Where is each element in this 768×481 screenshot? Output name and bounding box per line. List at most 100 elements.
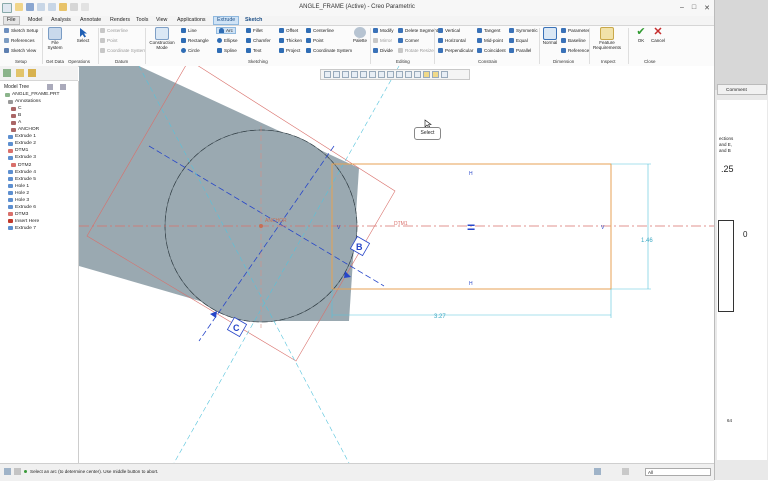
display-style-icon[interactable] [378, 71, 385, 78]
tree-item[interactable]: Extrude 6 [8, 205, 36, 210]
delete-segment-button[interactable]: Delete Segment [398, 28, 438, 33]
parameter-button[interactable]: Parameter [561, 28, 589, 33]
equal-constraint-button[interactable]: Equal [509, 38, 528, 43]
navigator-toggle-icon[interactable] [4, 468, 11, 475]
tree-item[interactable]: DTM3 [8, 212, 28, 217]
modify-button[interactable]: Modify [373, 28, 394, 33]
height-dimension-value[interactable]: 1.46 [641, 238, 653, 244]
tree-settings-icon[interactable] [47, 84, 53, 90]
tab-view[interactable]: View [153, 16, 170, 25]
close-button[interactable]: ✕ [704, 4, 710, 12]
vertical-constraint-button[interactable]: Vertical [438, 28, 460, 33]
tree-item[interactable]: Hole 2 [8, 191, 29, 196]
thicken-button[interactable]: Thicken [279, 38, 302, 43]
spin-center-icon[interactable] [405, 71, 412, 78]
sketch-centerline-button[interactable]: Centerline [306, 28, 334, 33]
cancel-button[interactable]: ✕ Cancel [650, 27, 666, 44]
smart-select-icon[interactable] [594, 468, 601, 475]
horizontal-constraint-button[interactable]: Horizontal [438, 38, 466, 43]
symmetric-constraint-button[interactable]: Symmetric [509, 28, 538, 33]
tree-item[interactable]: C [11, 106, 22, 111]
tree-item[interactable]: DTM1 [8, 148, 28, 153]
tree-item[interactable]: Extrude 2 [8, 141, 36, 146]
tree-item[interactable]: Extrude 1 [8, 134, 36, 139]
spline-button[interactable]: Spline [217, 48, 237, 53]
datum-display-icon[interactable] [387, 71, 394, 78]
zoom-in-icon[interactable] [333, 71, 340, 78]
sketch-drawing[interactable]: = ANCHOR DTM1 B C H H V V 1.46 3.27 [79, 66, 714, 463]
project-button[interactable]: Project [279, 48, 300, 53]
corner-button[interactable]: Corner [398, 38, 419, 43]
tab-renders[interactable]: Renders [107, 16, 133, 25]
rectangle-button[interactable]: Rectangle [181, 38, 209, 43]
tab-sketch[interactable]: Sketch [242, 16, 265, 25]
tab-file[interactable]: File [3, 16, 20, 25]
tree-item[interactable]: Extrude 3 [8, 155, 36, 160]
construction-mode-button[interactable]: Construction Mode [147, 27, 177, 50]
tab-analysis[interactable]: Analysis [48, 16, 74, 25]
dimension-display-icon[interactable] [432, 71, 439, 78]
tree-item[interactable]: Annotations [8, 99, 41, 104]
reorient-icon[interactable] [360, 71, 367, 78]
divide-button[interactable]: Divide [373, 48, 393, 53]
tree-item[interactable]: DTM2 [11, 163, 31, 168]
tree-item[interactable]: Hole 1 [8, 184, 29, 189]
minimize-button[interactable]: – [680, 4, 684, 12]
tangent-constraint-button[interactable]: Tangent [477, 28, 500, 33]
tab-model[interactable]: Model [25, 16, 45, 25]
ok-button[interactable]: ✔ OK [634, 27, 648, 44]
palette-button[interactable]: Palette [351, 27, 369, 43]
graphics-canvas[interactable]: = ANCHOR DTM1 B C H H V V 1.46 3.27 [79, 66, 714, 463]
tab-tools[interactable]: Tools [133, 16, 151, 25]
midpoint-constraint-button[interactable]: Mid-point [477, 38, 503, 43]
tree-item[interactable]: ANCHOR [11, 127, 39, 132]
perpendicular-constraint-button[interactable]: Perpendicular [438, 48, 473, 53]
browser-toggle-icon[interactable] [14, 468, 21, 475]
tree-item[interactable]: Insert Here [8, 219, 39, 224]
datum-point-button[interactable]: Point [100, 38, 117, 43]
references-button[interactable]: References [4, 38, 35, 43]
saved-views-icon[interactable] [369, 71, 376, 78]
refit-icon[interactable] [324, 71, 331, 78]
favorites-icon[interactable] [28, 69, 36, 77]
rotate-resize-button[interactable]: Rotate Resize [398, 48, 434, 53]
baseline-button[interactable]: Baseline [561, 38, 586, 43]
grid-icon[interactable] [622, 468, 629, 475]
feature-requirements-button[interactable]: Feature Requirements [592, 27, 622, 50]
tree-item[interactable]: Hole 3 [8, 198, 29, 203]
constraint-display-icon[interactable] [441, 71, 448, 78]
sketch-view-button[interactable]: Sketch View [4, 48, 36, 53]
tab-annotate[interactable]: Annotate [77, 16, 104, 25]
circle-button[interactable]: Circle [181, 48, 200, 53]
tree-item[interactable]: Extrude 4 [8, 170, 36, 175]
show-icon[interactable] [60, 84, 66, 90]
line-button[interactable]: Line [181, 28, 197, 33]
tree-item[interactable]: Extrude 7 [8, 226, 36, 231]
normal-dimension-button[interactable]: Normal [541, 27, 559, 45]
select-button[interactable]: Select [72, 27, 94, 43]
fillet-button[interactable]: Fillet [246, 28, 263, 33]
tab-extrude[interactable]: Extrude [213, 16, 240, 25]
datum-centerline-button[interactable]: Centerline [100, 28, 128, 33]
parallel-constraint-button[interactable]: Parallel [509, 48, 531, 53]
repaint-icon[interactable] [351, 71, 358, 78]
offset-button[interactable]: Offset [279, 28, 298, 33]
selection-filter[interactable]: All [645, 468, 711, 476]
sketcher-display-icon[interactable] [423, 71, 430, 78]
sketch-view-icon[interactable] [414, 71, 421, 78]
tree-item[interactable]: A [11, 120, 21, 125]
maximize-button[interactable]: □ [692, 4, 696, 12]
width-dimension-value[interactable]: 3.27 [434, 314, 446, 320]
tree-item[interactable]: B [11, 113, 21, 118]
tree-item[interactable]: Extrude 5 [8, 177, 36, 182]
annotation-display-icon[interactable] [396, 71, 403, 78]
datum-coordinate-system-button[interactable]: Coordinate System [100, 48, 146, 53]
reference-button[interactable]: Reference [561, 48, 589, 53]
chamfer-button[interactable]: Chamfer [246, 38, 271, 43]
model-tree-tab-icon[interactable] [3, 69, 11, 77]
tab-applications[interactable]: Applications [174, 16, 209, 25]
ellipse-button[interactable]: Ellipse [217, 38, 238, 43]
arc-button[interactable]: Arc [216, 27, 236, 34]
file-system-button[interactable]: File System [45, 27, 65, 50]
tree-item[interactable]: ANGLE_FRAME.PRT [5, 92, 59, 97]
